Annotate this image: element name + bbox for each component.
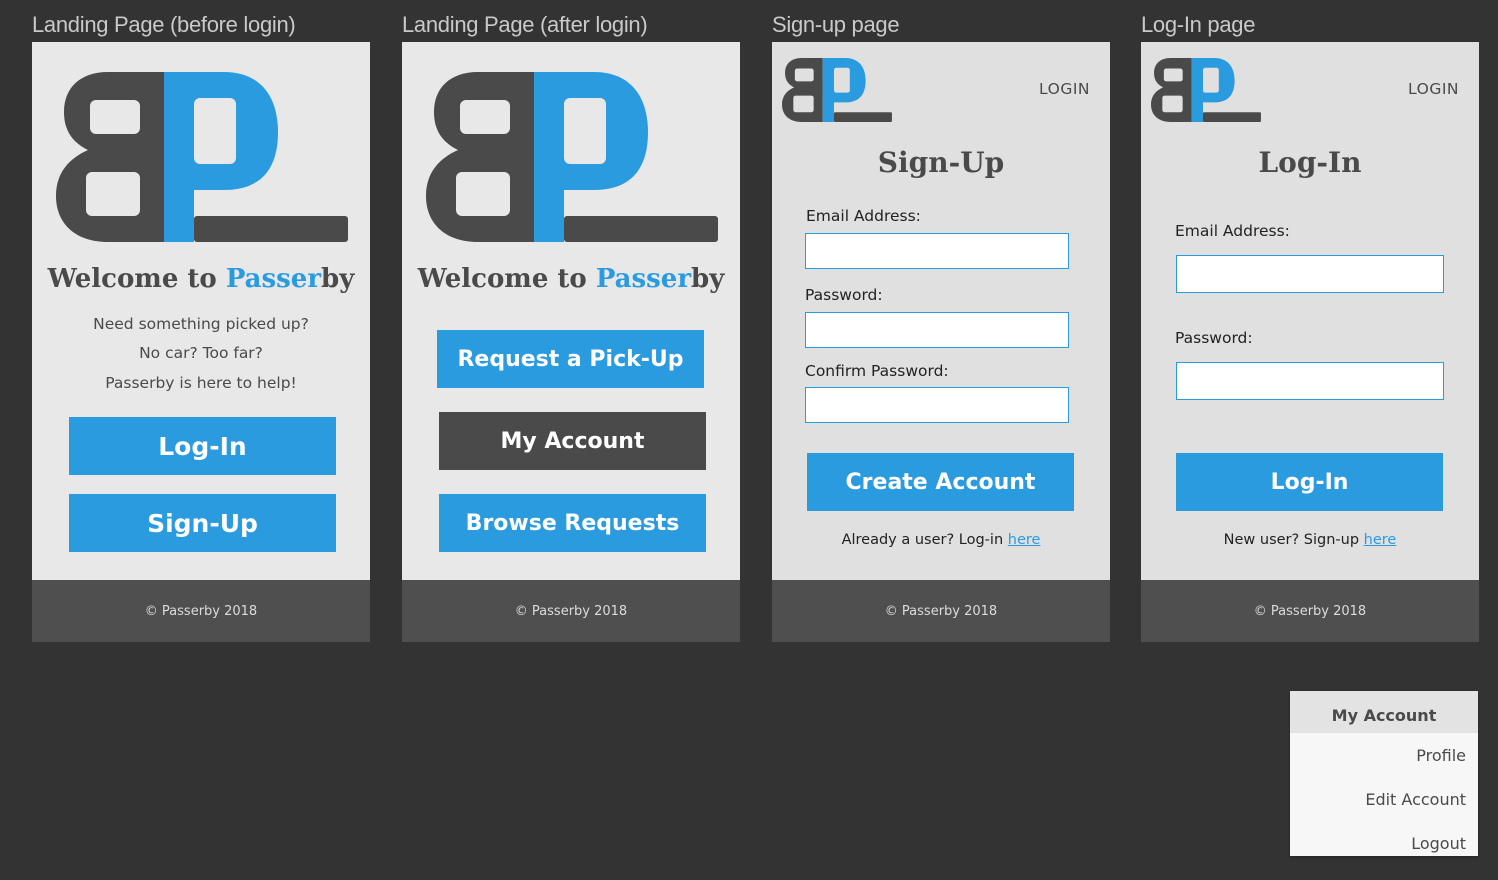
- account-dropdown-menu: My Account Profile Edit Account Logout: [1290, 691, 1478, 856]
- bp-logo-icon: [56, 72, 348, 242]
- login-button[interactable]: Log-In: [1176, 453, 1443, 511]
- landing-after-screen: Welcome to Passerby Request a Pick-Up My…: [402, 42, 740, 642]
- footer: © Passerby 2018: [772, 580, 1110, 642]
- footer-copyright: © Passerby 2018: [514, 603, 628, 619]
- welcome-prefix: Welcome to: [47, 264, 226, 294]
- footer: © Passerby 2018: [32, 580, 370, 642]
- screen-title-landing-before: Landing Page (before login): [32, 12, 296, 37]
- login-hint-text: Already a user? Log-in: [841, 532, 1008, 548]
- screen-title-landing-after: Landing Page (after login): [402, 12, 648, 37]
- signup-button[interactable]: Sign-Up: [69, 494, 336, 552]
- login-hint: Already a user? Log-in here: [772, 532, 1110, 548]
- bp-logo-icon[interactable]: [782, 58, 892, 122]
- welcome-suffix: by: [691, 264, 725, 294]
- footer: © Passerby 2018: [402, 580, 740, 642]
- confirm-password-label: Confirm Password:: [805, 362, 949, 380]
- landing-before-screen: Welcome to Passerby Need something picke…: [32, 42, 370, 642]
- email-label: Email Address:: [806, 207, 921, 225]
- welcome-accent: Passer: [225, 264, 322, 294]
- menu-item-logout[interactable]: Logout: [1290, 821, 1478, 865]
- welcome-prefix: Welcome to: [417, 264, 596, 294]
- tagline-line-2: No car? Too far?: [139, 344, 263, 362]
- page-title: Log-In: [1258, 146, 1362, 179]
- email-field[interactable]: [1176, 255, 1444, 293]
- request-pickup-button[interactable]: Request a Pick-Up: [437, 330, 704, 388]
- nav-login-link[interactable]: LOGIN: [1408, 80, 1459, 98]
- email-field[interactable]: [805, 233, 1069, 269]
- welcome-accent: Passer: [595, 264, 692, 294]
- footer: © Passerby 2018: [1141, 580, 1479, 642]
- menu-item-edit-account[interactable]: Edit Account: [1290, 777, 1478, 821]
- login-here-link[interactable]: here: [1008, 532, 1041, 548]
- footer-copyright: © Passerby 2018: [884, 603, 998, 619]
- bp-logo-icon[interactable]: [1151, 58, 1261, 122]
- password-field[interactable]: [1176, 362, 1444, 400]
- my-account-button[interactable]: My Account: [439, 412, 706, 470]
- login-button[interactable]: Log-In: [69, 417, 336, 475]
- signup-hint: New user? Sign-up here: [1141, 532, 1479, 548]
- screen-title-login: Log-In page: [1141, 12, 1256, 37]
- create-account-button[interactable]: Create Account: [807, 453, 1074, 511]
- email-label: Email Address:: [1175, 222, 1290, 240]
- tagline-line-1: Need something picked up?: [93, 315, 309, 333]
- page-title: Sign-Up: [877, 146, 1005, 179]
- footer-copyright: © Passerby 2018: [1253, 603, 1367, 619]
- bp-logo-icon: [426, 72, 718, 242]
- screen-title-signup: Sign-up page: [772, 12, 900, 37]
- password-field[interactable]: [805, 312, 1069, 348]
- welcome-suffix: by: [321, 264, 355, 294]
- welcome-heading: Welcome to Passerby: [32, 264, 370, 294]
- footer-copyright: © Passerby 2018: [144, 603, 258, 619]
- browse-requests-button[interactable]: Browse Requests: [439, 494, 706, 552]
- confirm-password-field[interactable]: [805, 387, 1069, 423]
- login-screen: LOGIN Log-In Email Address: Password: Lo…: [1141, 42, 1479, 642]
- signup-hint-text: New user? Sign-up: [1223, 532, 1364, 548]
- menu-item-profile[interactable]: Profile: [1290, 733, 1478, 777]
- password-label: Password:: [805, 286, 883, 304]
- account-menu-header[interactable]: My Account: [1290, 691, 1478, 733]
- password-label: Password:: [1175, 329, 1253, 347]
- signup-screen: LOGIN Sign-Up Email Address: Password: C…: [772, 42, 1110, 642]
- welcome-heading: Welcome to Passerby: [402, 264, 740, 294]
- nav-login-link[interactable]: LOGIN: [1039, 80, 1090, 98]
- signup-here-link[interactable]: here: [1364, 532, 1397, 548]
- tagline-line-3: Passerby is here to help!: [105, 374, 297, 392]
